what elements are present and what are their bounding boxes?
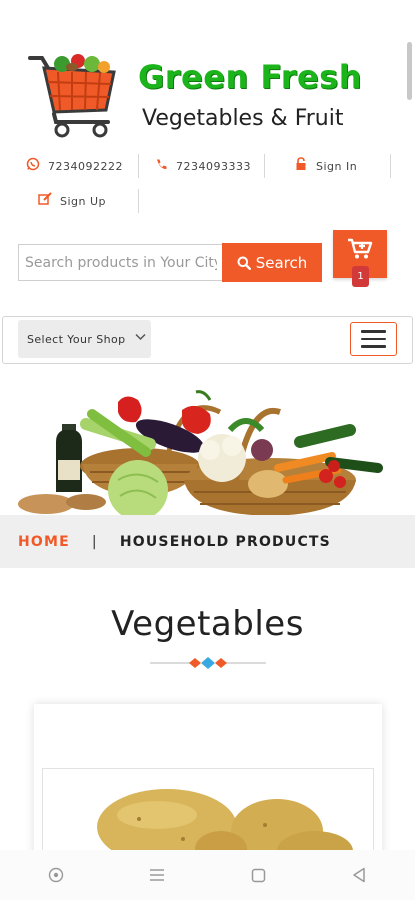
vegetables-banner-image: [0, 372, 415, 516]
search-button-label: Search: [255, 253, 308, 272]
phone-icon: [154, 158, 168, 175]
whatsapp-number: 7234092222: [48, 159, 123, 173]
phone-contact[interactable]: 7234093333: [154, 154, 251, 178]
shop-select-label: Select Your Shop: [27, 332, 126, 346]
signin-label: Sign In: [316, 159, 358, 173]
search-input[interactable]: [18, 244, 223, 281]
recent-apps-icon: [149, 869, 164, 881]
brand-logo[interactable]: Green Fresh Vegetables & Fruit: [28, 52, 388, 142]
hamburger-icon-line: [361, 337, 386, 341]
divider: [264, 154, 265, 178]
recent-apps-button[interactable]: [137, 855, 177, 895]
whatsapp-icon: [26, 157, 40, 175]
cart-icon: [348, 238, 373, 259]
system-nav-bar: [0, 850, 415, 900]
brand-name: Green Fresh: [138, 58, 362, 96]
brand-tagline: Vegetables & Fruit: [142, 106, 344, 131]
breadcrumb: HOME | HOUSEHOLD PRODUCTS: [0, 515, 415, 568]
breadcrumb-home-link[interactable]: HOME: [18, 534, 70, 550]
divider: [390, 154, 391, 178]
hamburger-icon-line: [361, 345, 386, 348]
cart-logo-icon: [28, 54, 116, 138]
phone-number: 7234093333: [176, 159, 251, 173]
assistant-button[interactable]: [36, 855, 76, 895]
edit-icon: [38, 192, 52, 210]
divider: [138, 154, 139, 178]
shop-select[interactable]: Select Your Shop: [18, 320, 151, 358]
signin-link[interactable]: Sign In: [294, 154, 357, 178]
whatsapp-contact[interactable]: 7234092222: [26, 154, 123, 178]
menu-toggle-button[interactable]: [350, 322, 397, 356]
signup-label: Sign Up: [60, 194, 107, 208]
chevron-down-icon: [135, 331, 146, 344]
home-icon: [251, 868, 265, 882]
back-button[interactable]: [339, 855, 379, 895]
cart-count-badge: 1: [352, 266, 369, 287]
home-button[interactable]: [238, 855, 278, 895]
title-divider: [150, 657, 266, 669]
assistant-icon: [48, 867, 63, 883]
breadcrumb-current: HOUSEHOLD PRODUCTS: [119, 533, 331, 550]
hamburger-icon: [361, 330, 386, 333]
back-icon: [353, 867, 366, 883]
lock-icon: [294, 157, 308, 175]
section-title: Vegetables: [111, 604, 304, 644]
search-icon: [237, 256, 251, 270]
scrollbar[interactable]: [407, 42, 412, 100]
signup-link[interactable]: Sign Up: [38, 189, 106, 213]
search-button[interactable]: Search: [222, 243, 322, 282]
breadcrumb-separator: |: [91, 533, 98, 550]
divider: [138, 189, 139, 213]
